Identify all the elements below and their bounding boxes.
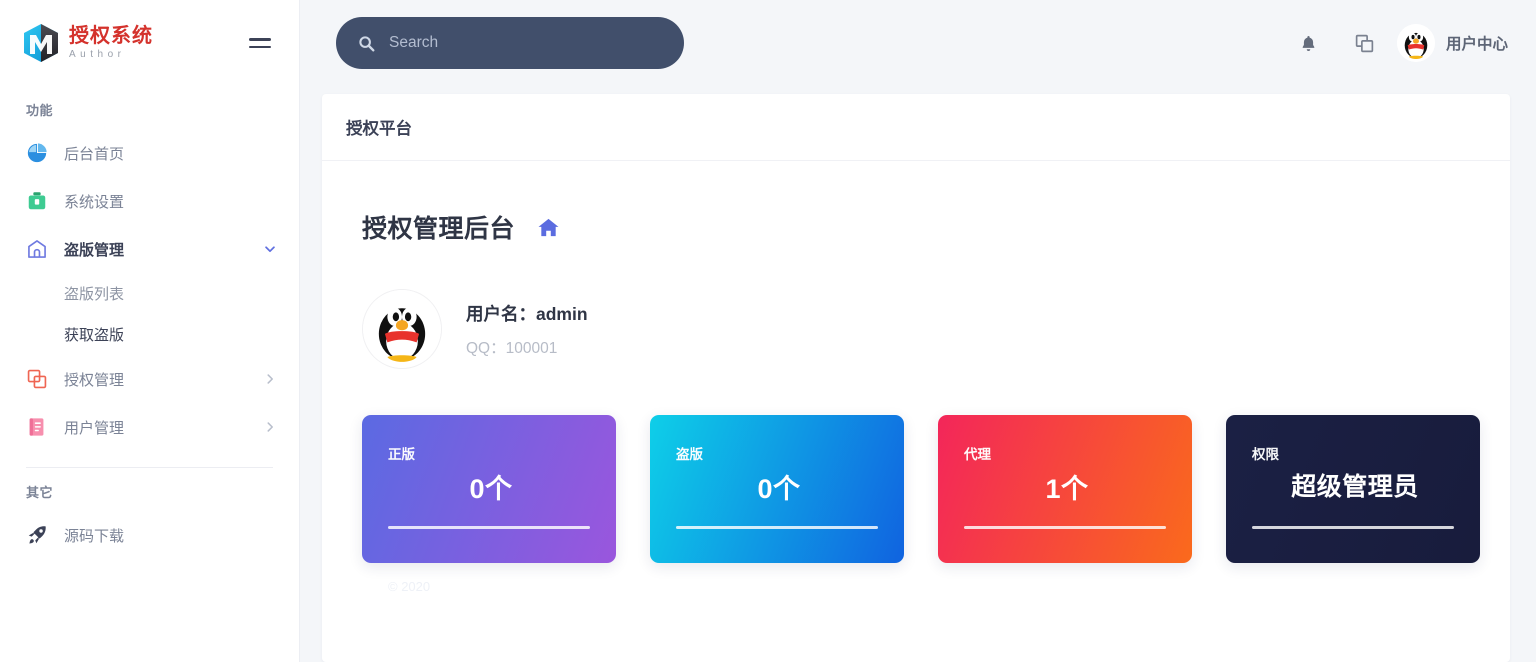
page-title: 授权管理后台 [362, 215, 516, 243]
search-icon [359, 35, 375, 51]
stat-card-label: 盗版 [676, 447, 703, 462]
hamburger-icon[interactable] [245, 34, 275, 52]
main-panel: 授权平台 授权管理后台 用户名：admin QQ：100001 正版 0个 盗版… [322, 94, 1510, 662]
stat-card-rule [388, 526, 590, 529]
stat-card-value: 0个 [469, 474, 513, 504]
qq-label: QQ： [466, 339, 506, 357]
chevron-down-icon[interactable] [263, 242, 277, 256]
chevron-right-icon[interactable] [263, 420, 277, 434]
store-icon [28, 240, 46, 258]
username-row: 用户名：admin [466, 301, 588, 326]
sidebar-item-license-management[interactable]: 授权管理 [0, 355, 299, 403]
qq-value: 100001 [505, 339, 558, 357]
brand-subtitle: Author [69, 49, 126, 60]
sidebar-subitem-fetch-piracy[interactable]: 获取盗版 [0, 314, 299, 355]
toolbox-icon [28, 192, 46, 210]
notification-button[interactable] [1281, 21, 1337, 65]
user-info-row: 用户名：admin QQ：100001 [362, 289, 1480, 369]
document-lines-icon [29, 418, 44, 436]
username-value: admin [536, 303, 588, 324]
stat-card-permission[interactable]: 权限 超级管理员 [1226, 415, 1480, 563]
stat-card-rule [964, 526, 1166, 529]
stat-card-agent[interactable]: 代理 1个 [938, 415, 1192, 563]
chevron-right-icon[interactable] [263, 372, 277, 386]
topbar-right: 用户中心 [1281, 21, 1508, 65]
rocket-icon [28, 526, 46, 544]
panel-body: 授权管理后台 用户名：admin QQ：100001 正版 0个 盗版 0个 代… [322, 161, 1510, 662]
stat-card-label: 代理 [964, 447, 991, 462]
dashboard-title-row: 授权管理后台 [362, 209, 1480, 245]
nav-section-title-functions: 功能 [26, 103, 54, 118]
sidebar-item-user-management[interactable]: 用户管理 [0, 403, 299, 451]
user-center-button[interactable]: 用户中心 [1396, 24, 1508, 62]
app-root: 授权系统 Author 功能 后台首页 系统设置 盗版管理 盗版列表 获取盗版 … [0, 0, 1536, 662]
sidebar-item-label: 用户管理 [64, 419, 125, 437]
nav-section-title-other: 其它 [26, 485, 54, 500]
brand-logo[interactable]: 授权系统 Author [22, 23, 153, 63]
home-icon[interactable] [537, 216, 560, 239]
brand-title: 授权系统 [69, 25, 153, 47]
sidebar-subitem-label: 获取盗版 [64, 327, 125, 344]
sidebar-item-label: 后台首页 [64, 145, 125, 163]
sidebar-item-system-settings[interactable]: 系统设置 [0, 177, 299, 225]
pie-chart-icon [27, 143, 47, 163]
qq-penguin-avatar-icon [1396, 24, 1435, 62]
qq-penguin-avatar-icon [362, 289, 442, 369]
sidebar-item-label: 授权管理 [64, 371, 125, 389]
stat-card-rule [1252, 526, 1454, 529]
sidebar-item-label: 系统设置 [64, 193, 125, 211]
main-area: Search 用户中心 授权平台 授权管理后台 用户名：admin QQ：100… [300, 0, 1536, 662]
stat-card-pirated[interactable]: 盗版 0个 [650, 415, 904, 563]
brand-text: 授权系统 Author [69, 26, 153, 60]
content-area: 授权平台 授权管理后台 用户名：admin QQ：100001 正版 0个 盗版… [300, 86, 1536, 662]
search-input[interactable]: Search [336, 17, 684, 69]
panel-header: 授权平台 [322, 94, 1510, 161]
sidebar-item-piracy-management[interactable]: 盗版管理 [0, 225, 299, 273]
sidebar-item-source-download[interactable]: 源码下载 [0, 511, 299, 559]
panel-title: 授权平台 [346, 120, 412, 138]
sidebar-subitem-piracy-list[interactable]: 盗版列表 [0, 273, 299, 314]
user-center-label: 用户中心 [1445, 36, 1508, 53]
stat-card-value: 超级管理员 [1291, 473, 1419, 501]
stat-card-label: 正版 [388, 447, 415, 462]
sidebar-item-label: 盗版管理 [64, 241, 125, 259]
search-placeholder: Search [389, 34, 439, 51]
stat-card-value: 0个 [757, 474, 801, 504]
stat-cards: 正版 0个 盗版 0个 代理 1个 权限 超级管理员 [362, 415, 1480, 563]
sidebar: 授权系统 Author 功能 后台首页 系统设置 盗版管理 盗版列表 获取盗版 … [0, 0, 300, 662]
sidebar-item-dashboard[interactable]: 后台首页 [0, 129, 299, 177]
copy-windows-icon [1356, 34, 1374, 52]
brand-row: 授权系统 Author [0, 0, 299, 86]
copyright-footer: © 2020 [388, 579, 431, 594]
username-label: 用户名： [466, 303, 536, 324]
windows-button[interactable] [1337, 21, 1393, 65]
stat-card-rule [676, 526, 878, 529]
bell-icon [1303, 35, 1315, 51]
qq-row: QQ：100001 [466, 336, 588, 358]
stat-card-value: 1个 [1045, 474, 1089, 504]
sidebar-item-label: 源码下载 [64, 527, 125, 545]
user-meta: 用户名：admin QQ：100001 [466, 301, 588, 358]
cube-m-logo-icon [24, 24, 58, 62]
topbar: Search 用户中心 [300, 0, 1536, 86]
stat-card-label: 权限 [1252, 447, 1279, 462]
sidebar-subitem-label: 盗版列表 [64, 286, 125, 303]
copy-squares-icon [27, 369, 47, 389]
stat-card-genuine[interactable]: 正版 0个 [362, 415, 616, 563]
